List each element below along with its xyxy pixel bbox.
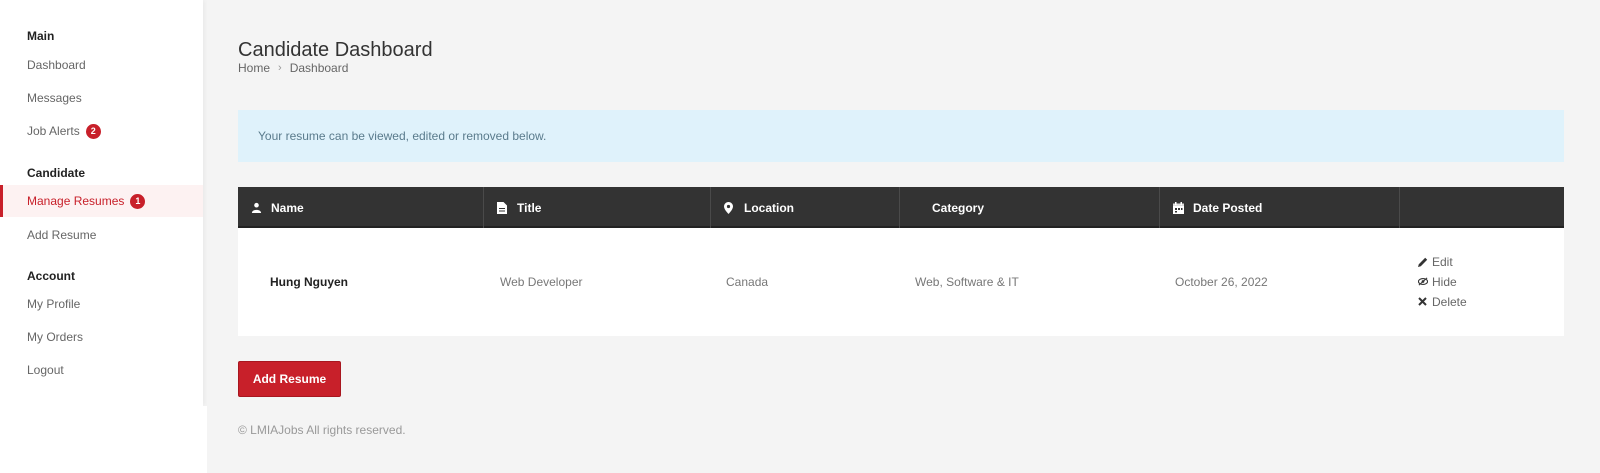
job-alerts-count-badge: 2: [85, 123, 101, 139]
delete-action[interactable]: Delete: [1418, 295, 1564, 309]
sidebar-item-label: Manage Resumes: [27, 194, 125, 208]
file-icon: [497, 201, 509, 214]
footer-copyright: © LMIAJobs All rights reserved.: [238, 423, 406, 437]
user-icon: [251, 202, 263, 214]
sidebar-item-my-profile[interactable]: My Profile: [0, 288, 203, 320]
column-header-location[interactable]: Location: [711, 187, 900, 228]
cell-date-posted: October 26, 2022: [1175, 275, 1268, 289]
manage-resumes-count-badge: 1: [130, 193, 146, 209]
breadcrumb: Home › Dashboard: [238, 61, 348, 75]
table-header: Name Title Location Category Date Posted: [238, 187, 1564, 228]
sidebar-item-logout[interactable]: Logout: [0, 354, 203, 386]
info-notice: Your resume can be viewed, edited or rem…: [238, 110, 1564, 162]
breadcrumb-home-link[interactable]: Home: [238, 61, 270, 75]
info-notice-text: Your resume can be viewed, edited or rem…: [258, 129, 547, 143]
eye-slash-icon: [1418, 277, 1428, 287]
sidebar-item-label: My Profile: [27, 297, 81, 311]
sidebar: Main Dashboard Messages Job Alerts 2 Can…: [0, 0, 203, 406]
column-header-name[interactable]: Name: [238, 187, 484, 228]
sidebar-item-job-alerts[interactable]: Job Alerts 2: [0, 115, 203, 147]
column-header-actions: [1400, 187, 1564, 228]
cell-title: Web Developer: [500, 275, 583, 289]
chevron-right-icon: ›: [278, 62, 282, 74]
page-title: Candidate Dashboard: [238, 39, 433, 62]
sidebar-item-label: My Orders: [27, 330, 84, 344]
add-resume-button[interactable]: Add Resume: [238, 361, 341, 397]
row-actions: Edit Hide Delete: [1418, 255, 1564, 309]
sidebar-group-candidate: Candidate: [27, 166, 86, 180]
sidebar-item-dashboard[interactable]: Dashboard: [0, 49, 203, 81]
breadcrumb-current: Dashboard: [289, 61, 349, 75]
sidebar-group-main: Main: [27, 29, 55, 43]
cell-category: Web, Software & IT: [915, 275, 1019, 289]
column-header-date-posted[interactable]: Date Posted: [1160, 187, 1400, 228]
sidebar-item-label: Logout: [27, 363, 64, 377]
sidebar-item-label: Dashboard: [27, 58, 86, 72]
sidebar-footer-strip: [0, 406, 207, 473]
sidebar-item-label: Add Resume: [27, 228, 97, 242]
sidebar-item-my-orders[interactable]: My Orders: [0, 321, 203, 353]
column-header-title[interactable]: Title: [484, 187, 711, 228]
edit-action[interactable]: Edit: [1418, 255, 1564, 269]
close-icon: [1418, 297, 1428, 307]
calendar-icon: [1173, 201, 1185, 214]
sidebar-group-account: Account: [27, 269, 75, 283]
sidebar-item-manage-resumes[interactable]: Manage Resumes 1: [0, 185, 203, 217]
sidebar-item-messages[interactable]: Messages: [0, 82, 203, 114]
sidebar-item-add-resume[interactable]: Add Resume: [0, 219, 203, 251]
resumes-table: Name Title Location Category Date Posted: [238, 187, 1564, 336]
map-pin-icon: [724, 201, 736, 214]
sidebar-item-label: Job Alerts: [27, 124, 80, 138]
column-header-category[interactable]: Category: [900, 187, 1160, 228]
table-row: Hung Nguyen Web Developer Canada Web, So…: [238, 228, 1564, 336]
cell-name[interactable]: Hung Nguyen: [238, 275, 500, 289]
hide-action[interactable]: Hide: [1418, 275, 1564, 289]
pencil-icon: [1418, 257, 1428, 267]
sidebar-item-label: Messages: [27, 91, 82, 105]
cell-location: Canada: [726, 275, 769, 289]
